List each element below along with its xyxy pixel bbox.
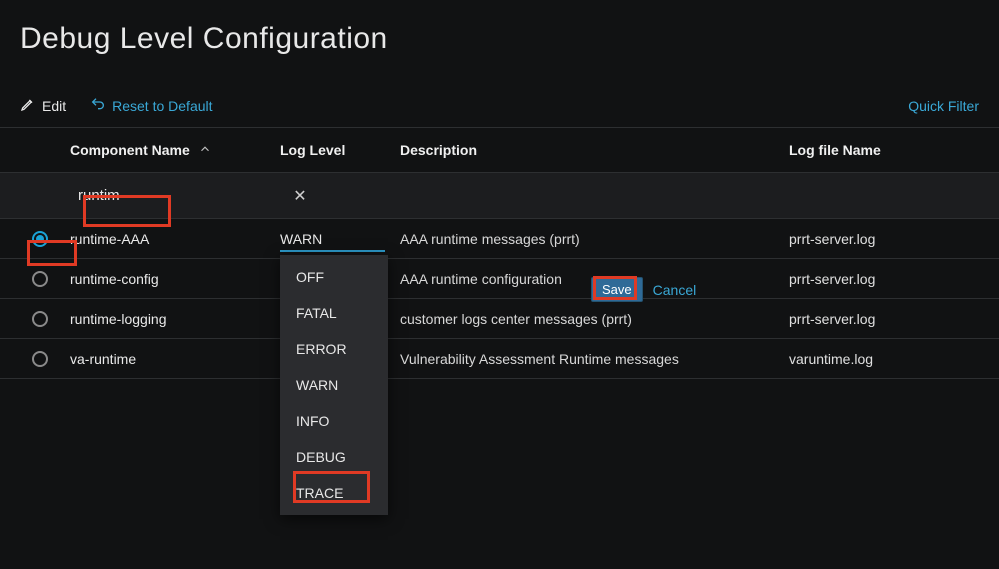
sort-ascending-icon[interactable] [198, 142, 212, 159]
cell-log-file-name: varuntime.log [789, 351, 989, 367]
page-title: Debug Level Configuration [0, 0, 999, 66]
quick-filter-link[interactable]: Quick Filter [908, 98, 979, 114]
clear-filter-icon[interactable]: ✕ [280, 186, 320, 206]
table-row: runtime-AAA WARN OFF FATAL ERROR WARN IN… [0, 219, 999, 259]
row-radio[interactable] [32, 231, 48, 247]
column-header-component-name[interactable]: Component Name [70, 142, 190, 158]
save-button[interactable]: Save [591, 277, 643, 302]
table-row: runtime-config AAA runtime configuration… [0, 259, 999, 299]
log-level-option[interactable]: FATAL [280, 295, 388, 331]
column-header-log-level[interactable]: Log Level [280, 142, 400, 158]
cell-description: customer logs center messages (prrt) [400, 311, 789, 327]
row-radio[interactable] [32, 311, 48, 327]
cell-log-file-name: prrt-server.log [789, 311, 989, 327]
pencil-icon [20, 96, 36, 115]
cancel-button[interactable]: Cancel [653, 282, 697, 298]
log-level-option[interactable]: DEBUG [280, 439, 388, 475]
dropdown-underline [280, 250, 385, 252]
cell-description: Vulnerability Assessment Runtime message… [400, 351, 789, 367]
toolbar: Edit Reset to Default Quick Filter [0, 66, 999, 127]
column-header-description[interactable]: Description [400, 142, 789, 158]
log-level-option[interactable]: OFF [280, 259, 388, 295]
log-level-dropdown-trigger[interactable]: WARN [280, 231, 322, 247]
row-radio[interactable] [32, 271, 48, 287]
cell-component-name: runtime-logging [70, 311, 280, 327]
edit-button[interactable]: Edit [20, 96, 66, 115]
cell-description: AAA runtime messages (prrt) [400, 231, 789, 247]
log-level-option[interactable]: WARN [280, 367, 388, 403]
log-level-option[interactable]: INFO [280, 403, 388, 439]
component-name-filter-input[interactable] [70, 181, 280, 210]
reset-label: Reset to Default [112, 98, 212, 114]
row-radio[interactable] [32, 351, 48, 367]
column-header-log-file-name[interactable]: Log file Name [789, 142, 989, 158]
cell-component-name: runtime-config [70, 271, 280, 287]
reset-to-default-button[interactable]: Reset to Default [90, 96, 212, 115]
cell-component-name: runtime-AAA [70, 231, 280, 247]
log-level-dropdown-panel: OFF FATAL ERROR WARN INFO DEBUG TRACE [280, 255, 388, 515]
edit-label: Edit [42, 98, 66, 114]
cell-component-name: va-runtime [70, 351, 280, 367]
table-row: va-runtime Vulnerability Assessment Runt… [0, 339, 999, 379]
log-level-option[interactable]: TRACE [280, 475, 388, 511]
undo-icon [90, 96, 106, 115]
cell-log-file-name: prrt-server.log [789, 271, 989, 287]
table-row: runtime-logging customer logs center mes… [0, 299, 999, 339]
inline-edit-actions: Save Cancel [591, 277, 696, 302]
table-filter-row: ✕ [0, 173, 999, 219]
cell-log-file-name: prrt-server.log [789, 231, 989, 247]
log-level-option[interactable]: ERROR [280, 331, 388, 367]
table-header-row: Component Name Log Level Description Log… [0, 127, 999, 173]
